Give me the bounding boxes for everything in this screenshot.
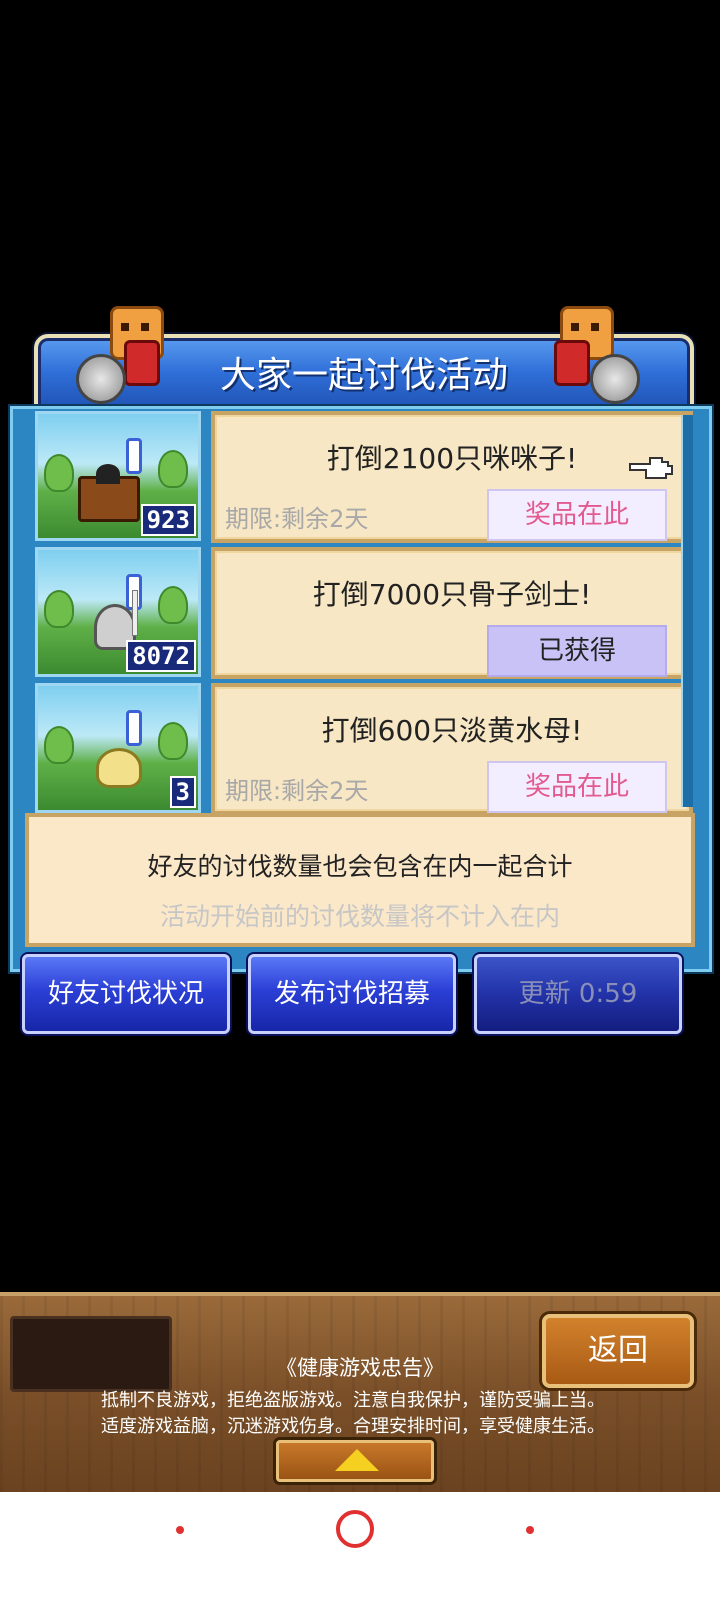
mission-deadline: 期限:剩余2天 bbox=[225, 777, 369, 805]
tree-icon bbox=[158, 586, 188, 624]
tree-icon bbox=[158, 722, 188, 760]
mission-deadline: 期限:剩余2天 bbox=[225, 505, 369, 533]
monster-thumbnail: 8072 bbox=[35, 547, 201, 677]
monster-thumbnail: 923 bbox=[35, 411, 201, 541]
friends-status-button[interactable]: 好友讨伐状况 bbox=[22, 954, 230, 1034]
red-backpack-icon bbox=[554, 340, 590, 386]
tree-icon bbox=[44, 726, 74, 764]
tree-icon bbox=[158, 450, 188, 488]
kill-count: 923 bbox=[140, 504, 196, 536]
mission-card: 打倒2100只咪咪子! 期限:剩余2天 奖品在此 bbox=[211, 411, 693, 543]
mission-row: 8072 打倒7000只骨子剑士! 已获得 bbox=[35, 547, 693, 679]
expand-menu-button[interactable] bbox=[276, 1440, 434, 1482]
claim-reward-button[interactable]: 奖品在此 bbox=[487, 489, 667, 541]
mission-title: 打倒600只淡黄水母! bbox=[321, 714, 583, 747]
up-arrow-icon bbox=[335, 1449, 379, 1471]
refresh-button[interactable]: 更新 0:59 bbox=[474, 954, 682, 1034]
monster-thumbnail: 3 bbox=[35, 683, 201, 813]
claim-reward-button[interactable]: 奖品在此 bbox=[487, 761, 667, 813]
nav-home-button[interactable] bbox=[336, 1510, 374, 1548]
cat-ears-icon bbox=[96, 464, 120, 484]
info-box: 好友的讨伐数量也会包含在内一起合计 活动开始前的讨伐数量将不计入在内 bbox=[25, 813, 695, 947]
mission-title: 打倒2100只咪咪子! bbox=[326, 442, 578, 475]
mission-card: 打倒600只淡黄水母! 期限:剩余2天 奖品在此 bbox=[211, 683, 693, 815]
info-main-text: 好友的讨伐数量也会包含在内一起合计 bbox=[147, 852, 573, 881]
health-advice-line: 抵制不良游戏，拒绝盗版游戏。注意自我保护，谨防受骗上当。 bbox=[101, 1390, 605, 1411]
mission-row: 923 打倒2100只咪咪子! 期限:剩余2天 奖品在此 bbox=[35, 411, 693, 543]
nav-back-button[interactable] bbox=[526, 1526, 534, 1534]
red-backpack-icon bbox=[124, 340, 160, 386]
shield-icon bbox=[76, 354, 126, 404]
nav-menu-button[interactable] bbox=[176, 1526, 184, 1534]
event-panel: 923 打倒2100只咪咪子! 期限:剩余2天 奖品在此 8072 打倒7000… bbox=[10, 406, 712, 972]
health-advice-title: 《健康游戏忠告》 bbox=[276, 1356, 444, 1380]
obtained-button[interactable]: 已获得 bbox=[487, 625, 667, 677]
sword-icon bbox=[132, 590, 138, 636]
footer-bar: 返回 《健康游戏忠告》 抵制不良游戏，拒绝盗版游戏。注意自我保护，谨防受骗上当。… bbox=[0, 1292, 720, 1496]
post-recruit-button[interactable]: 发布讨伐招募 bbox=[248, 954, 456, 1034]
system-nav-bar bbox=[0, 1492, 720, 1600]
mission-title: 打倒7000只骨子剑士! bbox=[312, 578, 592, 611]
tree-icon bbox=[44, 590, 74, 628]
health-advice-line: 适度游戏益脑，沉迷游戏伤身。合理安排时间，享受健康生活。 bbox=[101, 1416, 605, 1437]
shield-icon bbox=[590, 354, 640, 404]
yellow-jellyfish-icon bbox=[96, 748, 142, 788]
exclamation-icon bbox=[126, 710, 142, 746]
scrollbar[interactable] bbox=[681, 415, 693, 807]
info-sub-text: 活动开始前的讨伐数量将不计入在内 bbox=[159, 902, 560, 931]
kill-count: 8072 bbox=[126, 640, 196, 672]
pointing-hand-icon bbox=[629, 457, 673, 479]
tree-icon bbox=[44, 454, 74, 492]
mission-row: 3 打倒600只淡黄水母! 期限:剩余2天 奖品在此 bbox=[35, 683, 693, 815]
mission-card: 打倒7000只骨子剑士! 已获得 bbox=[211, 547, 693, 679]
kill-count: 3 bbox=[169, 776, 196, 808]
exclamation-icon bbox=[126, 438, 142, 474]
